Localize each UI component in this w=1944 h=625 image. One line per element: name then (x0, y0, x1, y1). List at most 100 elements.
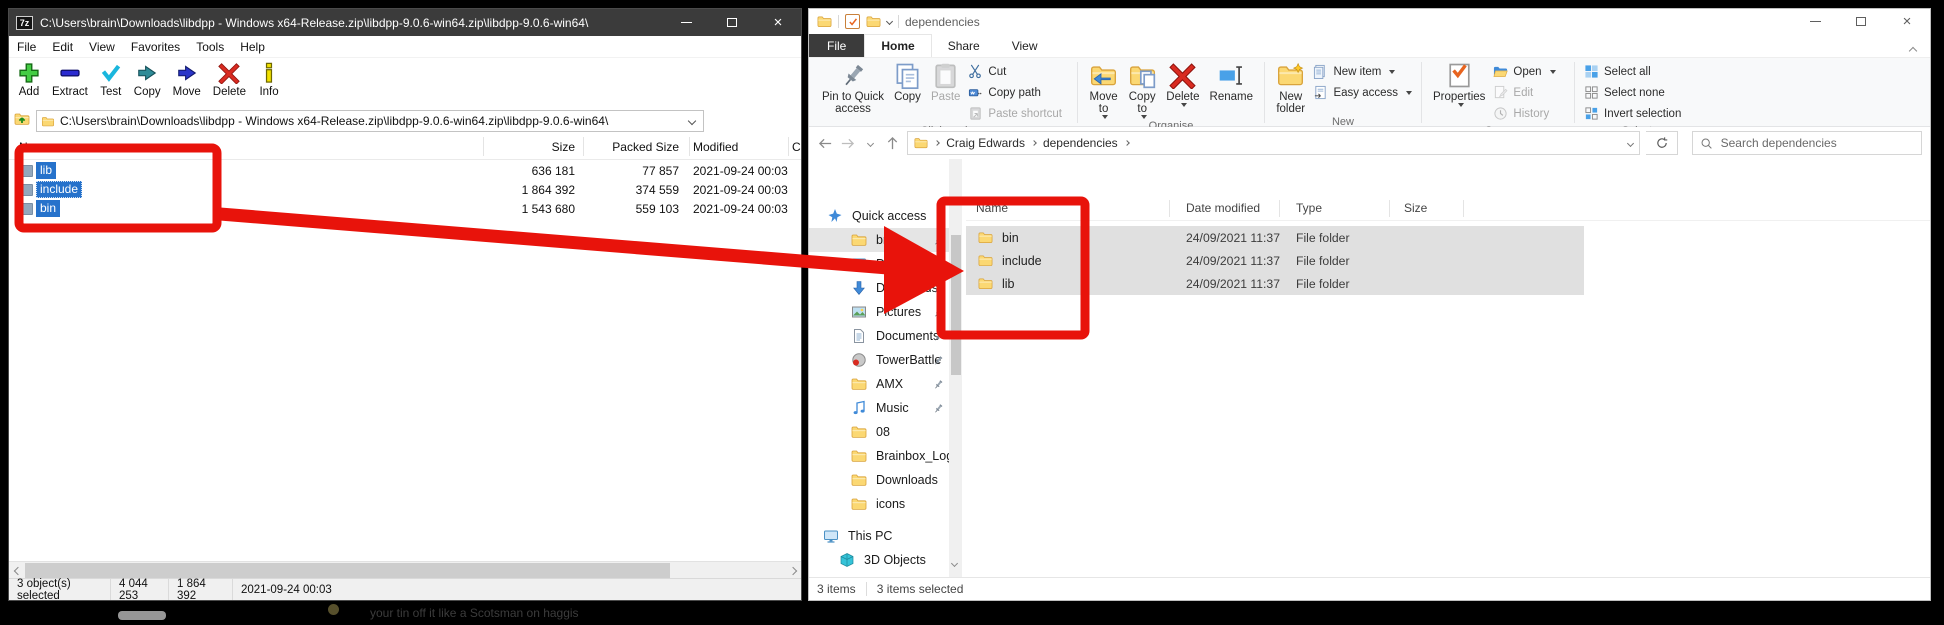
close-button[interactable]: × (755, 9, 801, 36)
collapse-ribbon-button[interactable] (1910, 41, 1916, 59)
new-item-button[interactable]: New item (1310, 61, 1415, 82)
paste-button[interactable]: Paste (926, 59, 965, 103)
scroll-right-button[interactable] (784, 562, 801, 579)
menu-favorites[interactable]: Favorites (123, 40, 188, 54)
tab-view[interactable]: View (996, 34, 1054, 57)
scroll-left-button[interactable] (9, 562, 26, 579)
refresh-button[interactable] (1646, 131, 1677, 155)
edit-button[interactable]: Edit (1490, 82, 1558, 103)
sidebar-item-brain[interactable]: brain (809, 228, 949, 252)
tab-share[interactable]: Share (932, 34, 996, 57)
sidebar-item-icons[interactable]: icons (851, 492, 949, 516)
maximize-icon (1856, 17, 1866, 26)
new-folder-button[interactable]: New folder (1271, 59, 1310, 115)
horizontal-scrollbar[interactable] (9, 561, 801, 578)
minimize-button[interactable] (663, 9, 709, 36)
sidebar-scrollbar[interactable] (949, 159, 962, 577)
new-folder-label: New folder (1276, 91, 1305, 115)
breadcrumb-bar[interactable]: Craig Edwards dependencies (907, 131, 1640, 155)
pin-to-quick-access-button[interactable]: Pin to Quick access (817, 59, 889, 115)
breadcrumb-root[interactable]: Craig Edwards (946, 136, 1025, 150)
file-row-bin[interactable]: bin 24/09/2021 11:37 File folder (966, 226, 1584, 249)
copy-path-button[interactable]: Copy path (965, 82, 1065, 103)
column-partial[interactable]: C (792, 140, 801, 154)
sidebar-item-quick-access[interactable]: Quick access (827, 204, 947, 228)
copy-to-button[interactable]: Copy to (1123, 59, 1161, 119)
rename-button[interactable]: Rename (1205, 59, 1258, 103)
file-name: bin (36, 200, 60, 217)
quick-access-check-icon[interactable] (845, 14, 860, 29)
easy-access-button[interactable]: Easy access (1310, 82, 1415, 103)
column-name[interactable]: Name (19, 140, 51, 154)
menu-view[interactable]: View (81, 40, 123, 54)
pin-label: Pin to Quick access (822, 91, 884, 115)
column-modified[interactable]: Modified (693, 140, 738, 154)
properties-button[interactable]: Properties (1428, 59, 1490, 107)
recent-locations-button[interactable] (862, 135, 879, 152)
paste-shortcut-button[interactable]: Paste shortcut (965, 103, 1065, 124)
tab-file[interactable]: File (809, 34, 864, 57)
scroll-down-button[interactable] (952, 553, 957, 571)
address-dropdown-icon[interactable] (1627, 139, 1634, 146)
scrollbar-thumb[interactable] (25, 563, 670, 578)
column-size[interactable]: Size (383, 140, 575, 154)
add-button[interactable]: Add (13, 60, 45, 100)
cut-button[interactable]: Cut (965, 61, 1065, 82)
address-combo[interactable]: C:\Users\brain\Downloads\libdpp - Window… (36, 110, 704, 132)
divider (866, 582, 867, 596)
delete-button[interactable]: Delete (208, 60, 251, 100)
maximize-icon (727, 18, 737, 27)
maximize-button[interactable] (1838, 9, 1884, 34)
select-none-button[interactable]: Select none (1581, 82, 1684, 103)
minimize-button[interactable] (1792, 9, 1838, 34)
info-button[interactable]: Info (253, 60, 285, 100)
up-one-level-button[interactable] (13, 111, 31, 132)
column-type[interactable]: Type (1296, 201, 1322, 215)
file-row-include[interactable]: include 24/09/2021 11:37 File folder (966, 249, 1584, 272)
column-date-modified[interactable]: Date modified (1186, 201, 1260, 215)
menu-help[interactable]: Help (232, 40, 273, 54)
maximize-button[interactable] (709, 9, 755, 36)
open-button[interactable]: Open (1490, 61, 1558, 82)
menu-edit[interactable]: Edit (44, 40, 81, 54)
extract-button[interactable]: Extract (47, 60, 93, 100)
search-input[interactable] (1721, 136, 1914, 150)
sidebar-label: Pictures (876, 305, 921, 319)
qat-dropdown-icon[interactable] (886, 18, 893, 25)
history-button[interactable]: History (1490, 103, 1558, 124)
file-row-lib[interactable]: lib 24/09/2021 11:37 File folder (966, 272, 1584, 295)
file-date-modified: 24/09/2021 11:37 (1186, 231, 1280, 245)
move-button[interactable]: Move (168, 60, 206, 100)
sidebar-item-downloads-folder[interactable]: Downloads (851, 468, 949, 492)
move-to-button[interactable]: Move to (1084, 59, 1123, 119)
tab-home[interactable]: Home (864, 34, 931, 57)
sidebar-item-this-pc[interactable]: This PC (823, 524, 947, 548)
sidebar-item-08[interactable]: 08 (851, 420, 949, 444)
menu-tools[interactable]: Tools (188, 40, 232, 54)
copy-to-label: Copy to (1128, 91, 1156, 115)
address-dropdown-button[interactable] (683, 118, 701, 124)
sidebar-item-3d-objects[interactable]: 3D Objects (839, 548, 947, 572)
test-button[interactable]: Test (95, 60, 127, 100)
back-button[interactable] (817, 135, 834, 152)
breadcrumb-current[interactable]: dependencies (1043, 136, 1118, 150)
dropdown-caret-icon (1181, 103, 1187, 107)
sidebar-item-brainbox-logo[interactable]: Brainbox_Logo (851, 444, 949, 468)
delete-button[interactable]: Delete (1161, 59, 1204, 107)
column-packed-size[interactable]: Packed Size (591, 140, 679, 154)
forward-button[interactable] (840, 135, 857, 152)
refresh-icon (1655, 136, 1669, 150)
copy-button[interactable]: Copy (889, 59, 926, 103)
scrollbar-thumb[interactable] (951, 235, 961, 375)
search-box[interactable] (1692, 131, 1922, 155)
select-all-button[interactable]: Select all (1581, 61, 1684, 82)
column-name[interactable]: Name (976, 201, 1008, 215)
copy-button[interactable]: Copy (129, 60, 166, 100)
invert-selection-button[interactable]: Invert selection (1581, 103, 1684, 124)
close-button[interactable]: × (1884, 9, 1930, 34)
select-none-label: Select none (1604, 87, 1665, 99)
menu-file[interactable]: File (9, 40, 44, 54)
cyan-check-icon (100, 62, 122, 84)
column-size[interactable]: Size (1404, 201, 1427, 215)
up-button[interactable] (885, 135, 902, 152)
